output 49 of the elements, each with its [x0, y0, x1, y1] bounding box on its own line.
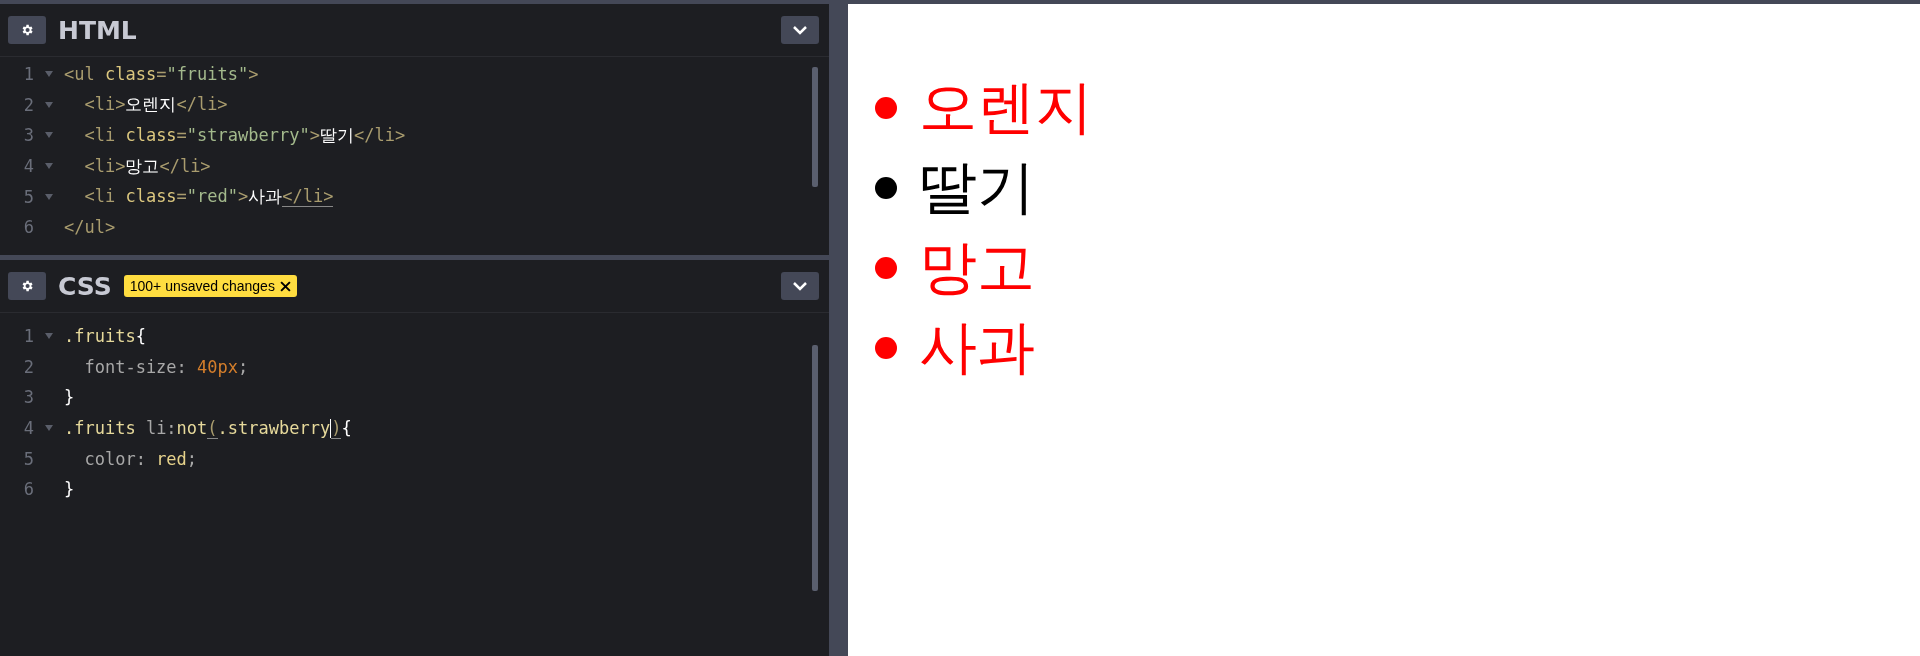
scrollbar[interactable]: [812, 345, 818, 591]
list-item-text: 딸기: [919, 152, 1035, 223]
fold-arrow-icon[interactable]: [45, 71, 53, 78]
scrollbar[interactable]: [812, 67, 818, 187]
line-number: 5: [22, 448, 34, 469]
code-line: <li class="red">사과</li>: [83, 185, 334, 209]
code-line: <ul class="fruits">: [64, 64, 259, 85]
code-line: }: [64, 479, 75, 500]
line-number: 4: [22, 418, 34, 439]
code-line: .fruits li:not(.strawberry){: [64, 417, 352, 439]
line-number: 3: [22, 125, 34, 146]
fold-arrow-icon[interactable]: [45, 101, 53, 108]
gear-icon: [20, 23, 34, 37]
line-number: 5: [22, 186, 34, 207]
fold-arrow-icon[interactable]: [45, 333, 53, 340]
chevron-down-icon: [792, 25, 808, 35]
code-line: </ul>: [64, 217, 116, 238]
close-icon[interactable]: [279, 280, 291, 292]
list-item-text: 사과: [919, 312, 1035, 383]
fold-arrow-icon[interactable]: [45, 425, 53, 432]
code-line: <li>오렌지</li>: [83, 93, 228, 117]
collapse-button[interactable]: [781, 272, 819, 300]
code-line: }: [64, 387, 75, 408]
code-line: <li>망고</li>: [83, 154, 211, 178]
panel-title: CSS: [58, 271, 112, 301]
settings-button[interactable]: [8, 16, 46, 44]
line-number: 6: [22, 479, 34, 500]
line-number: 3: [22, 387, 34, 408]
line-number: 4: [22, 156, 34, 177]
collapse-button[interactable]: [781, 16, 819, 44]
code-line: color: red;: [83, 448, 198, 469]
line-number: 1: [22, 64, 34, 85]
list-item-text: 망고: [919, 232, 1035, 303]
chevron-down-icon: [792, 281, 808, 291]
unsaved-changes-badge[interactable]: 100+ unsaved changes: [123, 275, 297, 297]
settings-button[interactable]: [8, 272, 46, 300]
line-number: 1: [22, 326, 34, 347]
fold-arrow-icon[interactable]: [45, 132, 53, 139]
line-number: 6: [22, 217, 34, 238]
gear-icon: [20, 279, 34, 293]
line-number: 2: [22, 94, 34, 115]
line-number: 2: [22, 356, 34, 377]
fold-arrow-icon[interactable]: [45, 163, 53, 170]
list-item-text: 오렌지: [919, 72, 1093, 143]
code-line: .fruits{: [64, 326, 146, 347]
code-line: <li class="strawberry">딸기</li>: [83, 124, 406, 147]
fold-arrow-icon[interactable]: [45, 193, 53, 200]
panel-title: HTML: [58, 15, 137, 45]
code-line: font-size: 40px;: [83, 356, 249, 377]
